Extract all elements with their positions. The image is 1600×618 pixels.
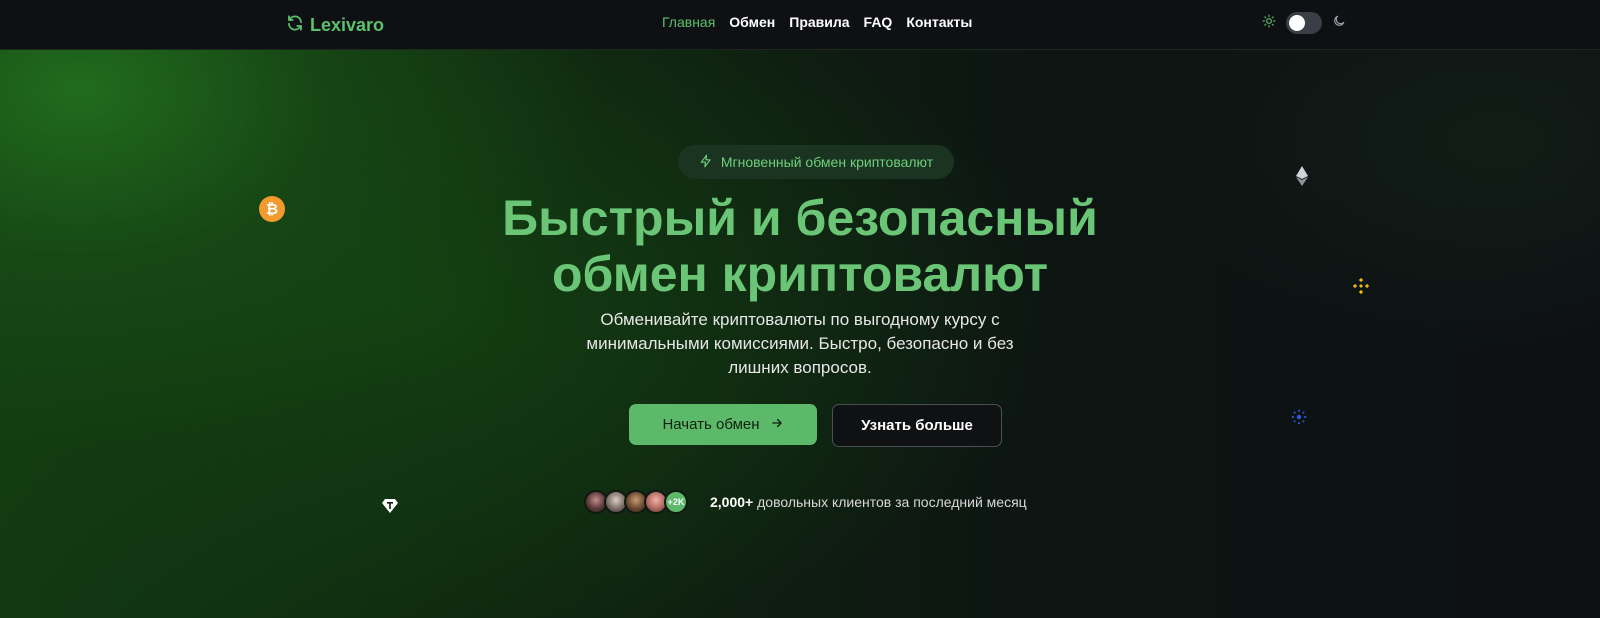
nav-item-exchange[interactable]: Обмен <box>729 14 775 30</box>
start-exchange-button[interactable]: Начать обмен <box>629 404 817 445</box>
learn-more-button[interactable]: Узнать больше <box>832 404 1002 447</box>
social-proof-count: 2,000+ <box>710 494 754 510</box>
refresh-icon <box>286 14 304 37</box>
nav-item-rules[interactable]: Правила <box>789 14 849 30</box>
sun-icon <box>1262 14 1276 33</box>
navbar: Lexivaro Главная Обмен Правила FAQ Конта… <box>0 0 1600 50</box>
arrow-right-icon <box>770 416 784 434</box>
learn-more-label: Узнать больше <box>861 417 973 434</box>
theme-toggle[interactable] <box>1286 12 1322 34</box>
nav-item-faq[interactable]: FAQ <box>864 14 893 30</box>
hero-subtitle: Обменивайте криптовалюты по выгодному ку… <box>586 310 1014 377</box>
social-proof: +2K 2,000+ довольных клиентов за последн… <box>584 490 1027 514</box>
moon-icon <box>1332 14 1346 33</box>
cardano-icon <box>1291 409 1307 425</box>
nav-item-contacts[interactable]: Контакты <box>906 14 972 30</box>
nav-item-home[interactable]: Главная <box>662 14 715 30</box>
hero-title-line1: Быстрый и безопасный <box>502 190 1098 246</box>
bitcoin-icon: ₿ <box>259 196 285 222</box>
ethereum-icon <box>1296 166 1308 186</box>
social-proof-caption: довольных клиентов за последний месяц <box>757 494 1027 510</box>
hero-title-line2: обмен криптовалют <box>551 246 1049 302</box>
hero-badge-text: Мгновенный обмен криптовалют <box>720 154 934 170</box>
hero-title: Быстрый и безопасный обмен криптовалют <box>400 190 1200 302</box>
main-nav: Главная Обмен Правила FAQ Контакты <box>662 14 972 30</box>
page: Lexivaro Главная Обмен Правила FAQ Конта… <box>0 0 1600 618</box>
start-exchange-label: Начать обмен <box>662 416 760 433</box>
lightning-icon <box>699 154 713 171</box>
bnb-icon <box>1352 277 1370 295</box>
logo-text: Lexivaro <box>310 14 385 35</box>
tether-icon <box>382 499 398 513</box>
theme-switcher <box>1262 12 1346 34</box>
toggle-knob <box>1289 15 1305 31</box>
avatar-group: +2K <box>584 490 688 514</box>
hero-section: ₿ Мгновенный обмен криптовалют Быстрый и… <box>0 50 1600 618</box>
hero-badge: Мгновенный обмен криптовалют <box>678 145 954 179</box>
avatar-count-badge: +2K <box>664 490 688 514</box>
social-proof-text: 2,000+ довольных клиентов за последний м… <box>710 494 1027 510</box>
logo[interactable]: Lexivaro <box>286 12 384 38</box>
